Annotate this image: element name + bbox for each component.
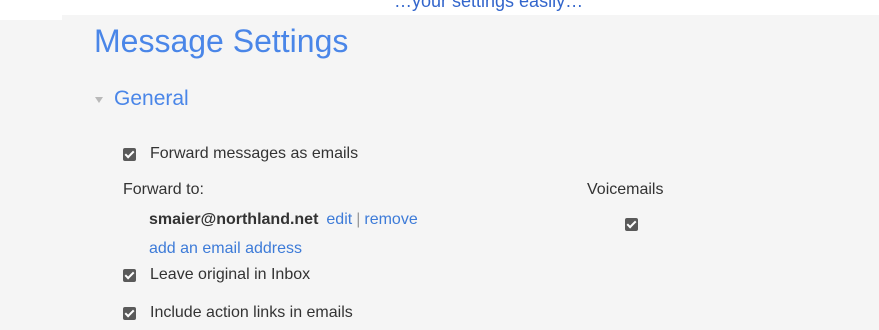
action-links-checkbox[interactable] [123,306,136,320]
forward-messages-row: Forward messages as emails [123,144,358,164]
email-address-line: smaier@northland.net edit | remove [149,209,418,231]
email-address: smaier@northland.net [149,211,319,228]
voicemails-label: Voicemails [587,181,664,198]
leave-original-checkbox[interactable] [123,268,136,282]
edit-email-link[interactable]: edit [326,211,352,229]
action-links-label: Include action links in emails [150,304,353,321]
leave-original-row: Leave original in Inbox [123,265,310,285]
add-email-link[interactable]: add an email address [149,240,302,258]
section-header-general[interactable]: General [95,87,189,111]
caret-down-icon[interactable] [95,97,103,103]
link-separator: | [356,211,361,228]
forward-messages-checkbox[interactable] [123,147,136,161]
forward-to-label: Forward to: [123,181,204,198]
action-links-row: Include action links in emails [123,303,353,323]
header-text-fragment: …your settings easily… [394,0,584,11]
forward-messages-label: Forward messages as emails [150,145,359,162]
section-title[interactable]: General [114,87,189,111]
page-title: Message Settings [94,23,349,59]
leave-original-label: Leave original in Inbox [150,266,311,283]
remove-email-link[interactable]: remove [364,211,417,229]
voicemails-checkbox[interactable] [625,218,638,231]
